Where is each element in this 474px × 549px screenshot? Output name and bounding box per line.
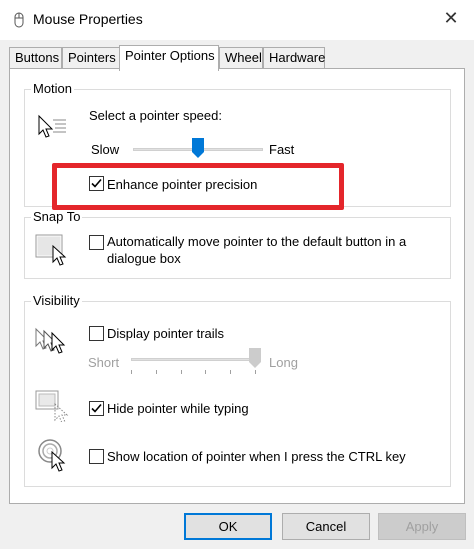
snap-to-label-line1[interactable]: Automatically move pointer to the defaul… bbox=[107, 234, 406, 249]
pointer-trails-icon bbox=[33, 324, 73, 361]
pointer-speed-label: Select a pointer speed: bbox=[89, 108, 222, 123]
pointer-speed-icon bbox=[37, 114, 67, 143]
tab-pointers[interactable]: Pointers bbox=[62, 47, 120, 69]
trail-slider-tick bbox=[155, 370, 157, 374]
motion-group-label: Motion bbox=[31, 81, 75, 97]
speed-slider-thumb[interactable] bbox=[192, 138, 204, 161]
ok-button[interactable]: OK bbox=[184, 513, 272, 540]
hide-pointer-icon bbox=[35, 390, 69, 425]
show-location-checkbox[interactable] bbox=[89, 449, 104, 464]
tab-buttons[interactable]: Buttons bbox=[9, 47, 62, 69]
mouse-icon bbox=[11, 12, 27, 28]
pointer-trails-checkbox[interactable] bbox=[89, 326, 104, 341]
hide-pointer-checkbox[interactable] bbox=[89, 401, 104, 416]
long-label: Long bbox=[269, 355, 298, 370]
trail-slider-tick bbox=[255, 370, 256, 374]
trail-slider-track[interactable] bbox=[131, 358, 255, 361]
trail-slider-tick bbox=[131, 370, 132, 374]
tab-wheel[interactable]: Wheel bbox=[219, 47, 263, 69]
pointer-trails-label[interactable]: Display pointer trails bbox=[107, 326, 224, 341]
visibility-group: Visibility Display pointer trails Short … bbox=[24, 293, 451, 487]
short-label: Short bbox=[88, 355, 120, 370]
snap-to-icon bbox=[35, 234, 69, 269]
snap-to-checkbox[interactable] bbox=[89, 235, 104, 250]
tab-panel: Motion Select a pointer speed: Slow Fast… bbox=[9, 68, 465, 504]
title-bar: Mouse Properties ✕ bbox=[0, 0, 474, 40]
show-location-icon bbox=[37, 438, 71, 475]
slow-label: Slow bbox=[91, 142, 120, 157]
snap-to-group: Snap To Automatically move pointer to th… bbox=[24, 209, 451, 279]
show-location-label[interactable]: Show location of pointer when I press th… bbox=[107, 449, 406, 464]
visibility-group-label: Visibility bbox=[31, 293, 82, 309]
window-title: Mouse Properties bbox=[33, 11, 143, 27]
cancel-button[interactable]: Cancel bbox=[282, 513, 370, 540]
trail-slider-tick bbox=[205, 370, 207, 374]
close-button[interactable]: ✕ bbox=[428, 0, 474, 36]
checkmark-icon bbox=[91, 403, 102, 413]
snap-to-group-label: Snap To bbox=[31, 209, 83, 225]
hide-pointer-label[interactable]: Hide pointer while typing bbox=[107, 401, 249, 416]
tab-hardware[interactable]: Hardware bbox=[263, 47, 325, 69]
close-icon: ✕ bbox=[443, 7, 459, 28]
tab-pointer-options[interactable]: Pointer Options bbox=[119, 45, 219, 71]
highlight-box bbox=[52, 163, 344, 210]
apply-button[interactable]: Apply bbox=[378, 513, 466, 540]
trail-slider-tick bbox=[180, 370, 182, 374]
snap-to-label-line2[interactable]: dialogue box bbox=[107, 251, 181, 266]
trail-slider-thumb[interactable] bbox=[249, 348, 261, 371]
trail-slider-tick bbox=[230, 370, 232, 374]
fast-label: Fast bbox=[269, 142, 295, 157]
